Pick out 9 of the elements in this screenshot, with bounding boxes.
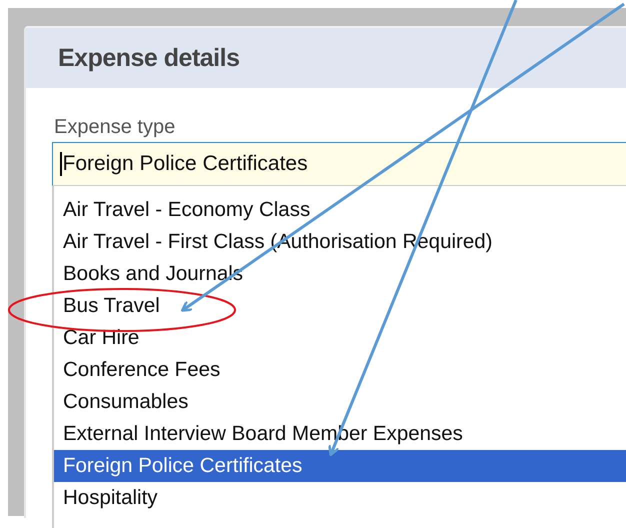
dropdown-option[interactable]: Consumables bbox=[54, 386, 626, 418]
panel-title: Expense details bbox=[58, 44, 240, 72]
dropdown-option[interactable]: Conference Fees bbox=[54, 354, 626, 386]
dropdown-option[interactable]: Hospitality bbox=[54, 482, 626, 514]
dropdown-option[interactable]: Bus Travel bbox=[54, 290, 626, 322]
expense-type-field[interactable]: Foreign Police Certificates bbox=[52, 142, 626, 186]
dropdown-option[interactable]: Air Travel - Economy Class bbox=[54, 194, 626, 226]
field-label: Expense type bbox=[54, 115, 176, 140]
dropdown-option[interactable]: Foreign Police Certificates bbox=[54, 450, 626, 482]
